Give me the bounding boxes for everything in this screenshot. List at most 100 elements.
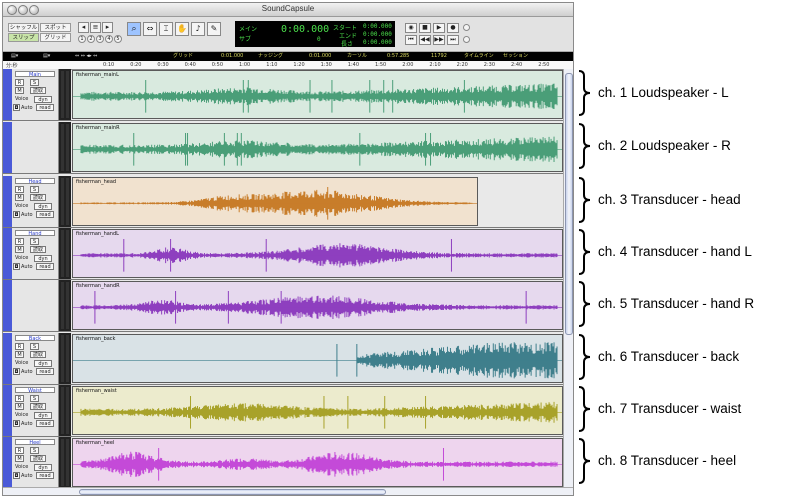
mute-button[interactable]: M: [15, 351, 24, 358]
solo-button[interactable]: S: [30, 395, 39, 402]
audio-clip[interactable]: fisherman_head: [72, 177, 478, 226]
track-lane[interactable]: fisherman_mainL: [72, 69, 563, 120]
record-enable-button[interactable]: R: [15, 447, 24, 454]
readonly-button[interactable]: 読取: [30, 403, 46, 410]
track-list-menu-icon[interactable]: ▤▾: [43, 52, 50, 61]
mute-button[interactable]: M: [15, 403, 24, 410]
record-enable-button[interactable]: R: [15, 238, 24, 245]
rewind-icon[interactable]: ◀◀: [419, 35, 431, 45]
automation-icon[interactable]: ◘: [13, 104, 20, 111]
voice-selector[interactable]: dyn: [34, 464, 52, 471]
track-lane[interactable]: fisherman_handL: [72, 228, 563, 279]
readonly-button[interactable]: 読取: [30, 351, 46, 358]
readonly-button[interactable]: 読取: [30, 246, 46, 253]
record-enable-button[interactable]: R: [15, 186, 24, 193]
audio-clip[interactable]: fisherman_heel: [72, 438, 563, 487]
track-name-field[interactable]: Main: [15, 71, 55, 77]
scrubber-tool-icon[interactable]: ♪: [191, 22, 205, 36]
track-lane[interactable]: fisherman_head: [72, 176, 563, 227]
record-enable-button[interactable]: R: [15, 395, 24, 402]
automation-mode-selector[interactable]: read: [36, 104, 54, 111]
zoom-in-horizontal-icon[interactable]: ▸: [102, 22, 113, 33]
go-to-end-icon[interactable]: ⏭: [447, 35, 459, 45]
track-name-field[interactable]: Waist: [15, 387, 55, 393]
track-lane[interactable]: fisherman_heel: [72, 437, 563, 488]
automation-icon[interactable]: ◘: [13, 368, 20, 375]
return-to-zero-icon[interactable]: ⏮: [405, 35, 417, 45]
record-icon[interactable]: ●: [447, 23, 459, 33]
zoom-preset-4[interactable]: 4: [105, 35, 113, 43]
track-lane[interactable]: fisherman_handR: [72, 280, 563, 331]
automation-mode-selector[interactable]: read: [36, 263, 54, 270]
mode-shuffle-button[interactable]: シャッフル: [8, 23, 39, 32]
voice-selector[interactable]: dyn: [34, 360, 52, 367]
track-name-field[interactable]: Back: [15, 335, 55, 341]
automation-icon[interactable]: ◘: [13, 263, 20, 270]
audio-clip[interactable]: fisherman_mainR: [72, 123, 563, 172]
trim-tool-icon[interactable]: ⇔: [143, 22, 157, 36]
mute-button[interactable]: M: [15, 194, 24, 201]
play-icon[interactable]: ▶: [433, 23, 445, 33]
audio-clip[interactable]: fisherman_mainL: [72, 70, 563, 119]
track-lane[interactable]: fisherman_back: [72, 333, 563, 384]
pencil-tool-icon[interactable]: ✎: [207, 22, 221, 36]
record-enable-button[interactable]: R: [15, 79, 24, 86]
automation-icon[interactable]: ◘: [13, 420, 20, 427]
main-counter-value[interactable]: 0:00.000: [281, 24, 329, 35]
zoomer-tool-icon[interactable]: ⌕: [127, 22, 141, 36]
solo-button[interactable]: S: [30, 79, 39, 86]
track-name-field[interactable]: Head: [15, 178, 55, 184]
zoom-preset-2[interactable]: 2: [87, 35, 95, 43]
mode-grid-button[interactable]: グリッド: [40, 33, 71, 42]
automation-mode-selector[interactable]: read: [36, 420, 54, 427]
horizontal-scrollbar[interactable]: [3, 487, 573, 495]
mode-slip-button[interactable]: スリップ: [8, 33, 39, 42]
view-menu-icon[interactable]: ▤▾: [11, 52, 18, 61]
vertical-scrollbar[interactable]: [563, 69, 573, 489]
end-value[interactable]: 0:00.000: [363, 31, 392, 38]
grid-value[interactable]: 0:01.000: [221, 52, 243, 61]
voice-selector[interactable]: dyn: [34, 412, 52, 419]
track-lane[interactable]: fisherman_waist: [72, 385, 563, 436]
length-value[interactable]: 0:00.000: [363, 39, 392, 46]
mode-spot-button[interactable]: スポット: [40, 23, 71, 32]
readonly-button[interactable]: 読取: [30, 194, 46, 201]
automation-mode-selector[interactable]: read: [36, 211, 54, 218]
mute-button[interactable]: M: [15, 246, 24, 253]
audio-clip[interactable]: fisherman_back: [72, 334, 563, 383]
zoom-preset-3[interactable]: 3: [96, 35, 104, 43]
track-name-field[interactable]: Heel: [15, 439, 55, 445]
voice-selector[interactable]: dyn: [34, 255, 52, 262]
sub-counter-value[interactable]: 0: [317, 36, 321, 43]
loop-toggle-icon[interactable]: [463, 24, 470, 31]
audio-clip[interactable]: fisherman_handR: [72, 281, 563, 330]
mute-button[interactable]: M: [15, 455, 24, 462]
nudge-value[interactable]: 0:01.000: [309, 52, 331, 61]
voice-selector[interactable]: dyn: [34, 203, 52, 210]
automation-mode-selector[interactable]: read: [36, 472, 54, 479]
stop-icon[interactable]: ■: [419, 23, 431, 33]
voice-selector[interactable]: dyn: [34, 96, 52, 103]
solo-button[interactable]: S: [30, 238, 39, 245]
edit-tools-icon[interactable]: ⇔ ⇔ ◂▸ ⇔: [75, 52, 97, 61]
grabber-tool-icon[interactable]: ✋: [175, 22, 189, 36]
solo-button[interactable]: S: [30, 186, 39, 193]
automation-icon[interactable]: ◘: [13, 211, 20, 218]
zoom-preset-5[interactable]: 5: [114, 35, 122, 43]
record-enable-button[interactable]: R: [15, 343, 24, 350]
vertical-scroll-thumb[interactable]: [565, 73, 573, 335]
selector-tool-icon[interactable]: ⌶: [159, 22, 173, 36]
readonly-button[interactable]: 読取: [30, 455, 46, 462]
audio-clip[interactable]: fisherman_handL: [72, 229, 563, 278]
online-icon[interactable]: ◉: [405, 23, 417, 33]
solo-button[interactable]: S: [30, 343, 39, 350]
metronome-toggle-icon[interactable]: [463, 36, 470, 43]
mute-button[interactable]: M: [15, 87, 24, 94]
track-lane[interactable]: fisherman_mainR: [72, 122, 563, 173]
automation-icon[interactable]: ◘: [13, 472, 20, 479]
zoom-preset-1[interactable]: 1: [78, 35, 86, 43]
zoom-in-vertical-icon[interactable]: ≡: [90, 22, 101, 33]
automation-mode-selector[interactable]: read: [36, 368, 54, 375]
start-value[interactable]: 0:00.000: [363, 23, 392, 30]
zoom-out-horizontal-icon[interactable]: ◂: [78, 22, 89, 33]
